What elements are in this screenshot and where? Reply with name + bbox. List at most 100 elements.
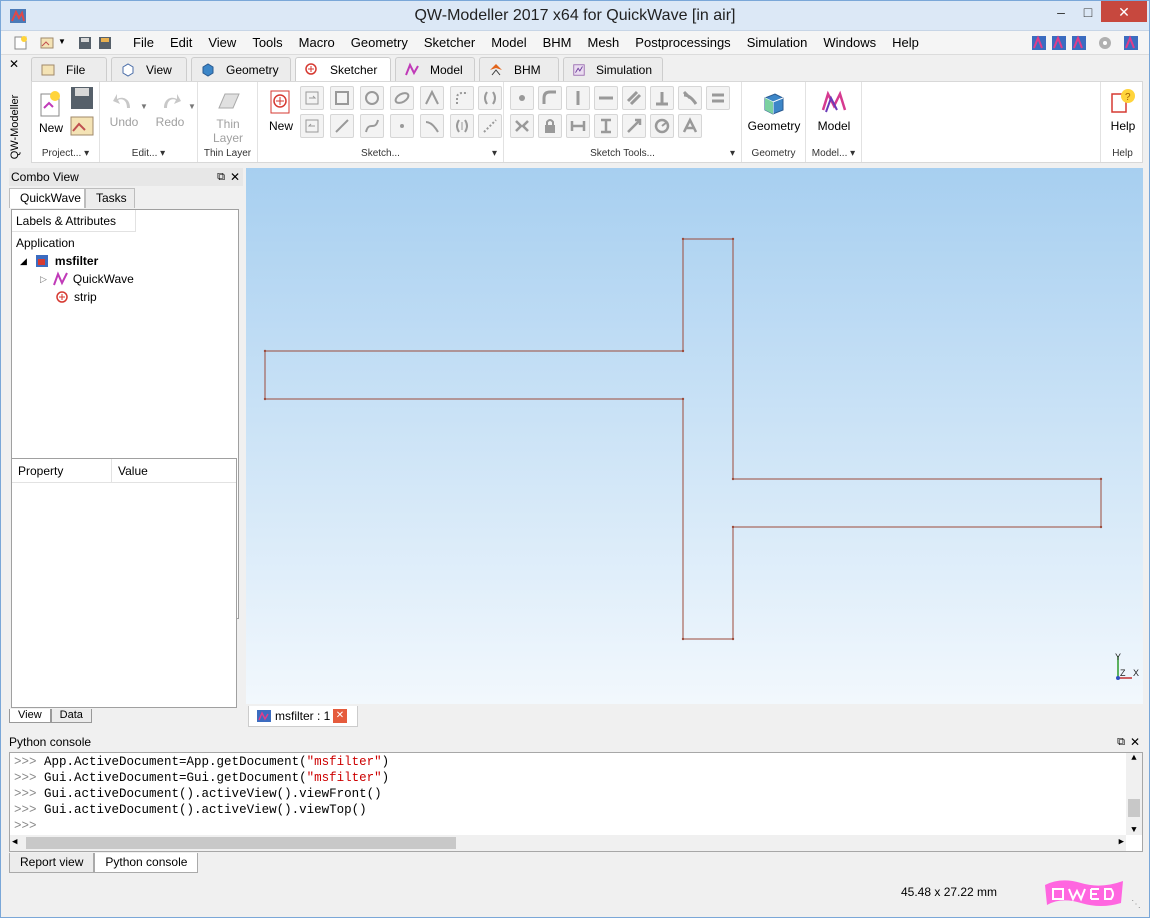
sketch-group-menu[interactable]: Sketch... ▾ [258, 148, 503, 159]
sketch-line-button[interactable] [330, 114, 354, 138]
tab-quickwave[interactable]: QuickWave [9, 188, 85, 208]
sketch-arc-button[interactable] [420, 114, 444, 138]
sketch-tools-group-menu[interactable]: Sketch Tools... ▾ [504, 148, 741, 159]
tab-view-bottom[interactable]: View [9, 709, 51, 723]
project-open-icon[interactable] [70, 114, 94, 138]
tab-geometry[interactable]: Geometry [191, 57, 291, 81]
menu-postprocessings[interactable]: Postprocessings [627, 35, 738, 51]
menu-mesh[interactable]: Mesh [580, 35, 628, 51]
close-console-icon[interactable]: ✕ [1130, 734, 1140, 750]
constraint-vertical-distance-button[interactable] [594, 114, 618, 138]
constraint-perpendicular-button[interactable] [650, 86, 674, 110]
menu-help[interactable]: Help [884, 35, 927, 51]
close-view-icon[interactable]: ✕ [333, 709, 347, 723]
qw-tool-2-icon[interactable] [1051, 35, 1067, 51]
float-panel-icon[interactable]: ⧉ [217, 168, 225, 186]
sketch-trim-button[interactable] [478, 86, 502, 110]
console-vertical-scrollbar[interactable]: ▲ ▼ [1126, 753, 1142, 835]
tab-simulation[interactable]: Simulation [563, 57, 663, 81]
redo-button[interactable]: Redo [150, 90, 190, 129]
sketch-map-button[interactable] [300, 86, 324, 110]
constraint-distance-button[interactable] [622, 114, 646, 138]
open-doc-icon[interactable] [39, 35, 55, 51]
close-panel-icon[interactable]: ✕ [230, 168, 240, 186]
console-horizontal-scrollbar[interactable]: ◀ ▶ [10, 835, 1126, 851]
constraint-tangent-button[interactable] [678, 86, 702, 110]
constraint-coincident-button[interactable] [510, 86, 534, 110]
save-as-icon[interactable] [97, 35, 113, 51]
scroll-right-icon[interactable]: ▶ [1119, 837, 1124, 847]
view-tab-msfilter[interactable]: msfilter : 1 ✕ [248, 706, 358, 727]
horizontal-scroll-thumb[interactable] [26, 837, 456, 849]
sketch-bspline-button[interactable] [360, 114, 384, 138]
constraint-radius-button[interactable] [650, 114, 674, 138]
sketch-external-button[interactable] [450, 114, 474, 138]
tab-view[interactable]: View [111, 57, 187, 81]
maximize-button[interactable]: □ [1076, 1, 1100, 23]
edit-group-menu[interactable]: Edit... ▾ [100, 148, 197, 159]
redo-dropdown-icon[interactable]: ▼ [188, 102, 196, 111]
constraint-lock-button[interactable] [538, 114, 562, 138]
tab-model[interactable]: Model [395, 57, 475, 81]
project-save-icon[interactable] [70, 86, 94, 110]
tab-data[interactable]: Data [50, 709, 92, 723]
open-dropdown-icon[interactable]: ▼ [58, 37, 66, 46]
model-button[interactable]: Model [810, 88, 858, 133]
sketch-polyline-button[interactable] [420, 86, 444, 110]
scroll-down-icon[interactable]: ▼ [1126, 825, 1142, 835]
tab-file[interactable]: File [31, 57, 107, 81]
menu-simulation[interactable]: Simulation [739, 35, 816, 51]
tree-quickwave-row[interactable]: ▷ QuickWave [40, 271, 134, 287]
constraint-point-on-object-button[interactable] [538, 86, 562, 110]
tab-tasks[interactable]: Tasks [85, 188, 135, 208]
python-console[interactable]: >>> App.ActiveDocument=App.getDocument("… [9, 752, 1143, 852]
constraint-horizontal-button[interactable] [594, 86, 618, 110]
tree-doc-row[interactable]: ◢ msfilter [20, 253, 98, 269]
constraint-symmetric-button[interactable] [510, 114, 534, 138]
undo-button[interactable]: Undo [104, 90, 144, 129]
menu-bhm[interactable]: BHM [535, 35, 580, 51]
sketch-fillet-button[interactable] [450, 86, 474, 110]
constraint-equal-button[interactable] [706, 86, 730, 110]
float-console-icon[interactable]: ⧉ [1117, 734, 1125, 750]
menu-windows[interactable]: Windows [815, 35, 884, 51]
sketch-construction-button[interactable] [478, 114, 502, 138]
qw-tool-4-icon[interactable] [1123, 35, 1139, 51]
menu-edit[interactable]: Edit [162, 35, 200, 51]
scroll-left-icon[interactable]: ◀ [12, 837, 17, 847]
menu-geometry[interactable]: Geometry [343, 35, 416, 51]
expanded-arrow-icon[interactable]: ◢ [20, 253, 27, 269]
help-button[interactable]: ? Help [1105, 88, 1141, 133]
menu-sketcher[interactable]: Sketcher [416, 35, 483, 51]
qw-tool-1-icon[interactable] [1031, 35, 1047, 51]
sidebar-close-icon[interactable]: ✕ [9, 57, 19, 71]
menu-macro[interactable]: Macro [291, 35, 343, 51]
console-input-prompt[interactable]: >>> [14, 819, 37, 833]
constraint-angle-button[interactable] [678, 114, 702, 138]
menu-model[interactable]: Model [483, 35, 534, 51]
tab-bhm[interactable]: BHM [479, 57, 559, 81]
save-icon[interactable] [77, 35, 93, 51]
menu-view[interactable]: View [200, 35, 244, 51]
model-group-menu[interactable]: Model... ▾ [806, 148, 861, 159]
tab-report-view[interactable]: Report view [9, 853, 95, 873]
sketch-ellipse-button[interactable] [390, 86, 414, 110]
constraint-vertical-button[interactable] [566, 86, 590, 110]
constraint-parallel-button[interactable] [622, 86, 646, 110]
tab-sketcher[interactable]: Sketcher [295, 57, 391, 82]
project-new-button[interactable]: New [36, 90, 66, 135]
minimize-button[interactable]: – [1049, 1, 1073, 23]
sketch-circle-button[interactable] [360, 86, 384, 110]
undo-dropdown-icon[interactable]: ▼ [140, 102, 148, 111]
collapsed-arrow-icon[interactable]: ▷ [40, 271, 47, 287]
sketch-leave-button[interactable] [300, 114, 324, 138]
scroll-up-icon[interactable]: ▲ [1126, 753, 1142, 763]
qw-settings-icon[interactable] [1097, 35, 1113, 51]
sketch-new-button[interactable]: New [266, 88, 296, 133]
project-group-menu[interactable]: Project... ▾ [32, 148, 99, 159]
constraint-horizontal-distance-button[interactable] [566, 114, 590, 138]
qw-tool-3-icon[interactable] [1071, 35, 1087, 51]
sketch-rect-button[interactable] [330, 86, 354, 110]
thin-layer-button[interactable]: Thin Layer [200, 90, 256, 145]
sketch-point-button[interactable] [390, 114, 414, 138]
